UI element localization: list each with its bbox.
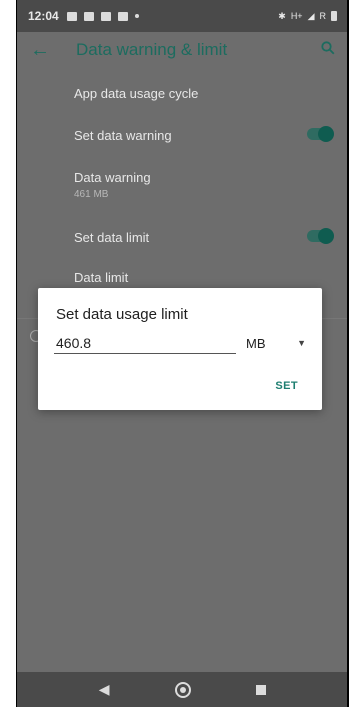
- navigation-bar: ◀: [16, 672, 349, 707]
- left-margin: [0, 0, 16, 707]
- dialog-title: Set data usage limit: [56, 306, 188, 323]
- nav-recents-icon[interactable]: [256, 684, 267, 695]
- nav-back-icon[interactable]: ◀: [99, 681, 110, 698]
- app-data-cycle-row[interactable]: App data usage cycle: [16, 72, 349, 114]
- data-warning-row[interactable]: Data warning 461 MB: [16, 156, 349, 216]
- more-notifications-icon: [134, 14, 139, 18]
- status-time: 12:04: [28, 9, 59, 23]
- phone-screen: 12:04 ✱ H+ ◢ R ← Data warning & limit Ap…: [16, 0, 349, 707]
- shield-icon: [83, 11, 94, 21]
- set-data-warning-label: Set data warning: [74, 128, 172, 143]
- data-warning-label: Data warning: [74, 170, 151, 185]
- page-title: Data warning & limit: [76, 40, 228, 59]
- app-data-cycle-label: App data usage cycle: [74, 86, 199, 101]
- data-limit-label: Data limit: [74, 270, 129, 285]
- status-bar: 12:04 ✱ H+ ◢ R: [16, 0, 349, 32]
- set-button[interactable]: SET: [275, 380, 298, 392]
- network-type: H+: [290, 11, 303, 21]
- set-data-warning-row[interactable]: Set data warning: [16, 114, 349, 156]
- nav-home-icon[interactable]: [174, 681, 191, 698]
- status-right-icons: ✱ H+ ◢ R: [278, 11, 337, 22]
- wifi-off-icon: [117, 11, 128, 21]
- signal-icon: ◢: [307, 10, 315, 21]
- data-limit-toggle[interactable]: [307, 228, 334, 244]
- data-limit-dialog: Set data usage limit MB ▼ SET: [38, 288, 322, 410]
- search-icon[interactable]: [321, 40, 335, 60]
- set-data-limit-label: Set data limit: [74, 230, 150, 245]
- message-icon: [100, 11, 111, 21]
- toggle-knob: [318, 126, 334, 142]
- unit-dropdown[interactable]: MB ▼: [246, 334, 306, 352]
- left-border: [16, 0, 17, 707]
- data-limit-input[interactable]: [54, 332, 236, 354]
- chevron-down-icon: ▼: [297, 338, 306, 348]
- settings-list: App data usage cycle Set data warning Da…: [16, 72, 349, 298]
- battery-icon: [331, 11, 337, 21]
- set-data-limit-row[interactable]: Set data limit: [16, 216, 349, 258]
- gallery-icon: [66, 11, 77, 21]
- carrier-label: R: [319, 11, 327, 21]
- data-warning-toggle[interactable]: [307, 126, 334, 142]
- bluetooth-icon: ✱: [278, 10, 286, 21]
- toolbar: ← Data warning & limit: [16, 32, 349, 68]
- data-warning-value: 461 MB: [74, 189, 109, 200]
- toggle-knob: [318, 228, 334, 244]
- back-arrow-icon[interactable]: ←: [30, 39, 60, 62]
- unit-label: MB: [246, 335, 266, 351]
- notification-icons: [66, 11, 139, 21]
